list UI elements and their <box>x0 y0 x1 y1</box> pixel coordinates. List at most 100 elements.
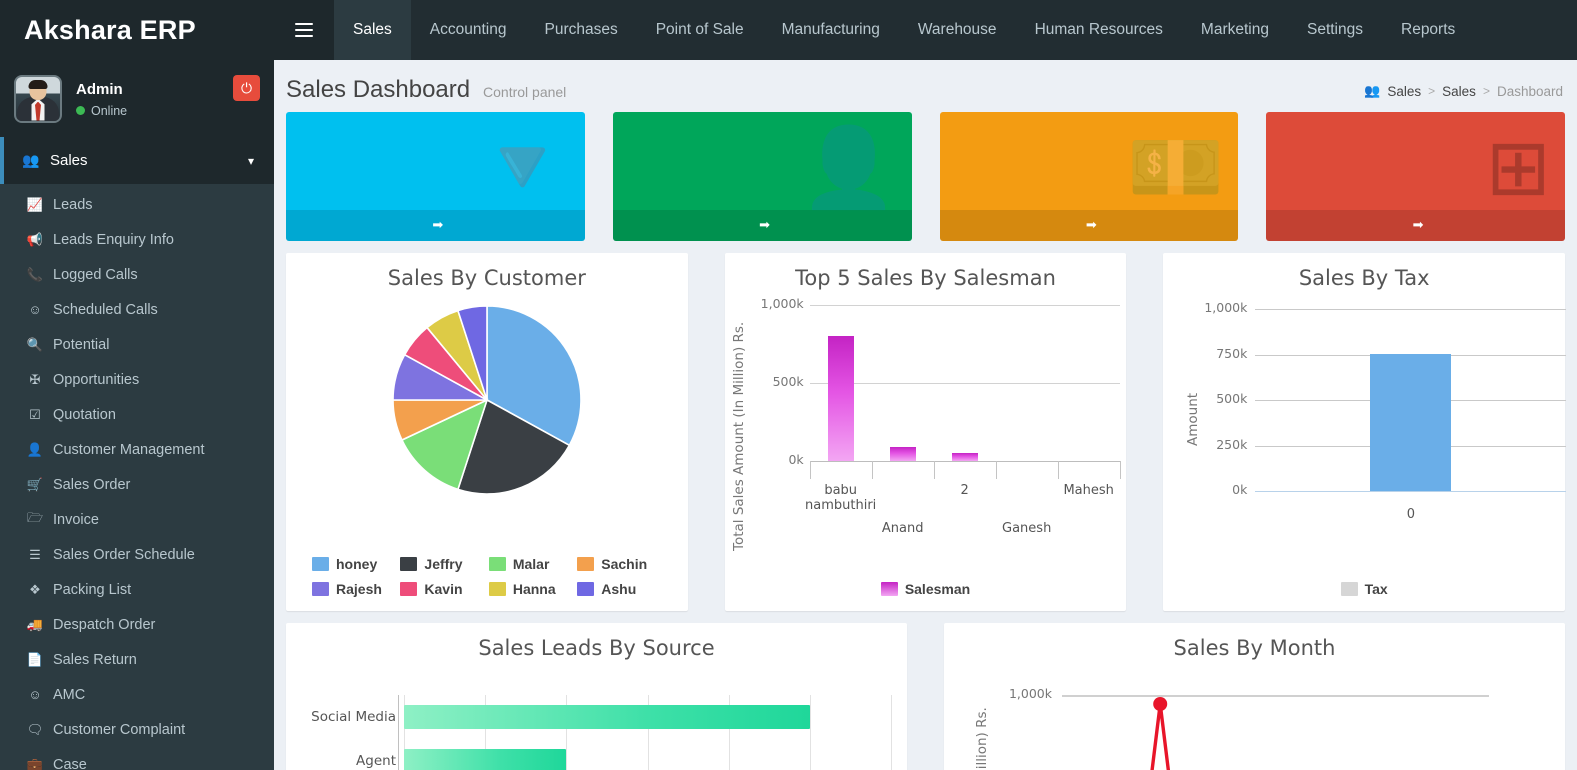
avatar <box>14 74 62 123</box>
chart-line-icon: 📈 <box>26 196 44 212</box>
nav-item-point-of-sale[interactable]: Point of Sale <box>637 0 763 60</box>
comment-icon: 🗨 <box>26 721 44 737</box>
bar-anand[interactable] <box>889 447 916 461</box>
bar-social-media[interactable] <box>404 705 810 729</box>
sidebar-item-label: Potential <box>53 336 110 353</box>
axis-tick <box>1057 461 1059 479</box>
legend-item-ashu[interactable]: Ashu <box>577 581 661 597</box>
legend-item-honey[interactable]: honey <box>312 556 396 572</box>
legend-item-rajesh[interactable]: Rajesh <box>312 581 396 597</box>
sidebar-item-label: Opportunities <box>53 371 140 388</box>
card-top-5-sales-by-salesman: Top 5 Sales By Salesman Total Sales Amou… <box>724 253 1127 611</box>
sidebar-item-scheduled-calls[interactable]: ☺ Scheduled Calls <box>0 292 274 327</box>
top-nav-items: Sales Accounting Purchases Point of Sale Man… <box>334 0 1474 60</box>
legend-item-salesman[interactable]: Salesman <box>880 581 970 597</box>
axis-tick <box>995 461 997 479</box>
nav-item-warehouse[interactable]: Warehouse <box>899 0 1016 60</box>
nav-item-marketing[interactable]: Marketing <box>1182 0 1288 60</box>
gridline <box>1062 695 1489 697</box>
data-point[interactable] <box>1153 697 1168 711</box>
gridline <box>809 461 1120 462</box>
charts-row-1: Sales By Customer honey Jeffry Malar Sachin… <box>274 241 1577 611</box>
list-icon: ☰ <box>29 546 41 562</box>
legend-item-jeffry[interactable]: Jeffry <box>400 556 484 572</box>
nav-item-sales[interactable]: Sales <box>334 0 411 60</box>
cubes-icon: ❖ <box>29 581 41 597</box>
legend-item-malar[interactable]: Malar <box>488 556 573 572</box>
nav-item-settings[interactable]: Settings <box>1288 0 1382 60</box>
legend-swatch <box>488 582 506 596</box>
breadcrumb-item-2: Dashboard <box>1496 83 1563 99</box>
sidebar-item-packing-list[interactable]: ❖ Packing List <box>0 572 274 607</box>
breadcrumb-item-1[interactable]: Sales <box>1442 84 1476 99</box>
legend-item-hanna[interactable]: Hanna <box>488 581 573 597</box>
user-icon: 👤 <box>26 441 44 457</box>
sidebar-item-sales-order[interactable]: 🛒 Sales Order <box>0 467 274 502</box>
brand-logo[interactable]: Akshara ERP <box>0 0 274 60</box>
user-panel: Admin Online ⏻ <box>0 60 274 137</box>
bar-babu-nambuthiri[interactable] <box>827 336 854 461</box>
bar-agent[interactable] <box>404 749 567 770</box>
sidebar-item-label: Quotation <box>53 406 116 423</box>
y-axis-tick: 500k <box>1216 391 1248 406</box>
gridline <box>809 383 1120 384</box>
top-navigation: Sales Accounting Purchases Point of Sale Man… <box>274 0 1577 60</box>
nav-item-reports[interactable]: Reports <box>1382 0 1474 60</box>
arrow-circle-right-icon: ➡ <box>1412 217 1424 232</box>
hamburger-icon[interactable] <box>274 0 334 60</box>
sidebar-item-customer-complaint[interactable]: 🗨 Customer Complaint <box>0 712 274 747</box>
legend-item-sachin[interactable]: Sachin <box>577 556 661 572</box>
sidebar-item-customer-management[interactable]: 👤 Customer Management <box>0 432 274 467</box>
chart-title-sales-by-customer: Sales By Customer <box>387 266 586 290</box>
bar-2[interactable] <box>951 453 978 461</box>
nav-item-manufacturing[interactable]: Manufacturing <box>763 0 899 60</box>
sidebar-item-invoice[interactable]: 🗁 Invoice <box>0 502 274 537</box>
user-status-label: Online <box>91 103 128 118</box>
sidebar-item-label: Case <box>53 756 87 770</box>
axis-tick <box>871 461 873 479</box>
page-header: Sales Dashboard Control panel 👥 Sales > … <box>274 60 1577 112</box>
card-sales-by-month: Sales By Month (In Million) Rs. 1,000k <box>944 623 1565 770</box>
users-icon: 👥 <box>1364 83 1381 98</box>
kpi-more-info-link[interactable]: ➡ <box>939 210 1239 241</box>
bar-tax-0[interactable] <box>1370 353 1452 491</box>
kpi-more-info-link[interactable]: ➡ <box>612 210 912 241</box>
legend-swatch <box>577 557 595 571</box>
sidebar-item-case[interactable]: 💼 Case <box>0 747 274 770</box>
kpi-more-info-link[interactable]: ➡ <box>1266 210 1565 241</box>
card-sales-by-customer: Sales By Customer honey Jeffry Malar Sachin… <box>286 253 688 611</box>
legend-item-tax[interactable]: Tax <box>1340 581 1388 597</box>
sidebar-item-amc[interactable]: ☺ AMC <box>0 677 274 712</box>
power-icon[interactable]: ⏻ <box>233 75 260 101</box>
sidebar-item-label: Scheduled Calls <box>53 301 158 318</box>
user-name: Admin <box>76 81 123 99</box>
sidebar-item-leads[interactable]: 📈 Leads <box>0 187 274 222</box>
sidebar-item-sales-order-schedule[interactable]: ☰ Sales Order Schedule <box>0 537 274 572</box>
kpi-more-info-link[interactable]: ➡ <box>286 210 585 241</box>
sidebar-item-despatch-order[interactable]: 🚚 Despatch Order <box>0 607 274 642</box>
charts-row-2: Sales Leads By Source Social Media Agent … <box>274 611 1577 770</box>
nav-item-purchases[interactable]: Purchases <box>525 0 636 60</box>
sidebar-section-sales[interactable]: 👥 Sales ▾ <box>0 137 274 184</box>
legend-label: Rajesh <box>336 581 382 597</box>
sidebar-item-opportunities[interactable]: ✠ Opportunities <box>0 362 274 397</box>
legend-item-kavin[interactable]: Kavin <box>400 581 484 597</box>
y-axis-tick: 500k <box>772 374 804 389</box>
legend-sales-by-customer: honey Jeffry Malar Sachin Rajesh Kavin Hanna As… <box>312 556 662 597</box>
nav-item-human-resources[interactable]: Human Resources <box>1016 0 1182 60</box>
legend-swatch <box>312 557 329 571</box>
sidebar: Akshara ERP Admin Online ⏻ 👥 Sales ▾ 📈 Le… <box>0 0 274 770</box>
card-sales-by-tax: Sales By Tax Amount 1,000k 750k 500k 250k 0k 0… <box>1163 253 1567 611</box>
x-axis-tick: Ganesh <box>1002 521 1052 536</box>
sidebar-item-logged-calls[interactable]: 📞 Logged Calls <box>0 257 274 292</box>
sidebar-item-potential[interactable]: 🔍 Potential <box>0 327 274 362</box>
plus-square-icon: ⊞ <box>1485 123 1551 211</box>
sidebar-item-leads-enquiry-info[interactable]: 📢 Leads Enquiry Info <box>0 222 274 257</box>
gridline <box>809 305 1120 306</box>
sidebar-item-sales-return[interactable]: 📄 Sales Return <box>0 642 274 677</box>
y-axis-label: Amount <box>1185 392 1202 446</box>
nav-item-accounting[interactable]: Accounting <box>411 0 526 60</box>
breadcrumb-item-0[interactable]: Sales <box>1387 84 1421 99</box>
x-axis-tick: Anand <box>881 521 924 536</box>
sidebar-item-quotation[interactable]: ☑ Quotation <box>0 397 274 432</box>
